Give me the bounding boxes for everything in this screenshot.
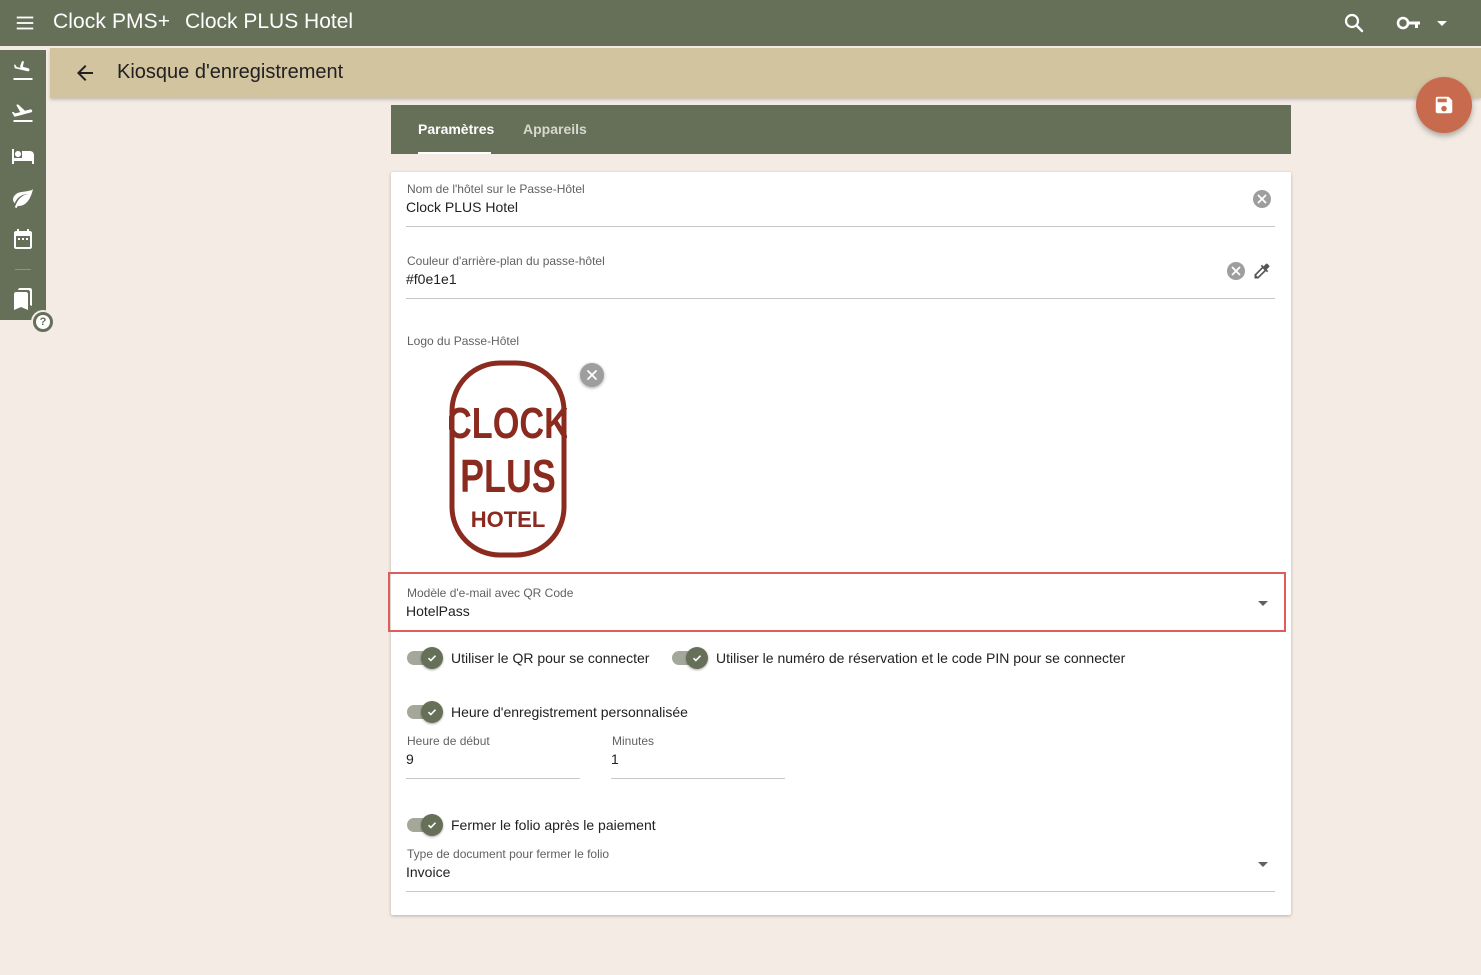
leaf-icon[interactable]	[11, 186, 35, 210]
field-value[interactable]: Invoice	[406, 864, 450, 880]
save-button[interactable]	[1416, 77, 1472, 133]
hotel-name[interactable]: Clock PLUS Hotel	[185, 10, 353, 34]
start-hour-field[interactable]: Heure de début 9	[406, 734, 580, 779]
dropdown-arrow-icon[interactable]	[1257, 600, 1269, 608]
toggle-label: Utiliser le QR pour se connecter	[451, 650, 650, 666]
bookmarks-icon[interactable]	[11, 287, 35, 311]
check-icon	[421, 814, 443, 836]
help-icon: ?	[36, 315, 50, 329]
field-value[interactable]: 9	[406, 751, 414, 767]
page-title: Kiosque d'enregistrement	[117, 61, 344, 83]
logo-line-3: HOTEL	[471, 507, 546, 532]
field-label: Nom de l'hôtel sur le Passe-Hôtel	[407, 182, 585, 196]
field-underline	[406, 298, 1275, 299]
field-underline	[406, 226, 1275, 227]
save-icon	[1435, 96, 1453, 114]
chevron-down-icon[interactable]	[1434, 13, 1450, 33]
field-value[interactable]: #f0e1e1	[406, 271, 457, 287]
field-underline	[406, 778, 580, 779]
check-icon	[686, 647, 708, 669]
remove-logo-button[interactable]	[580, 363, 604, 387]
check-icon	[421, 647, 443, 669]
arrivals-icon[interactable]	[11, 59, 35, 83]
toggle-track	[672, 647, 708, 669]
field-label: Minutes	[612, 734, 655, 748]
clear-icon[interactable]	[1252, 189, 1272, 209]
active-tab-indicator	[418, 152, 491, 154]
toggle-label: Utiliser le numéro de réservation et le …	[716, 650, 1126, 666]
arrow-back-icon[interactable]	[73, 61, 97, 85]
email-template-select[interactable]: Modèle d'e-mail avec QR Code HotelPass	[406, 586, 1275, 631]
rail-divider	[15, 269, 31, 270]
toggle-track	[407, 701, 443, 723]
hotel-logo: CLOCK PLUS HOTEL	[447, 360, 569, 558]
field-label: Modèle d'e-mail avec QR Code	[407, 586, 574, 600]
background-color-field[interactable]: Couleur d'arrière-plan du passe-hôtel #f…	[406, 254, 1275, 299]
toggle-label: Fermer le folio après le paiement	[451, 817, 656, 833]
hotel-name-field[interactable]: Nom de l'hôtel sur le Passe-Hôtel Clock …	[406, 182, 1275, 227]
nav-rail	[0, 50, 46, 320]
logo-line-2: PLUS	[460, 451, 556, 502]
logo-label: Logo du Passe-Hôtel	[407, 334, 520, 348]
calendar-icon[interactable]	[11, 228, 35, 252]
key-icon[interactable]	[1396, 11, 1422, 35]
help-button[interactable]: ?	[31, 310, 55, 334]
app-name[interactable]: Clock PMS+	[53, 10, 170, 34]
search-icon[interactable]	[1342, 11, 1366, 35]
bed-icon[interactable]	[11, 144, 35, 168]
close-icon	[587, 370, 597, 380]
tab-appareils[interactable]: Appareils	[523, 105, 587, 154]
toggle-track	[407, 814, 443, 836]
qr-login-toggle[interactable]: Utiliser le QR pour se connecter	[407, 647, 649, 669]
field-value[interactable]: HotelPass	[406, 603, 470, 619]
document-type-select[interactable]: Type de document pour fermer le folio In…	[406, 847, 1275, 892]
page-header: Kiosque d'enregistrement	[50, 48, 1481, 98]
tab-bar: Paramètres Appareils	[391, 105, 1291, 154]
field-underline	[406, 891, 1275, 892]
pin-login-toggle[interactable]: Utiliser le numéro de réservation et le …	[672, 647, 1125, 669]
field-label: Heure de début	[407, 734, 490, 748]
field-label: Type de document pour fermer le folio	[407, 847, 610, 861]
toggle-label: Heure d'enregistrement personnalisée	[451, 704, 688, 720]
menu-icon[interactable]	[14, 12, 36, 34]
field-value[interactable]: 1	[611, 751, 619, 767]
clear-icon[interactable]	[1226, 261, 1246, 281]
top-app-bar: Clock PMS+ Clock PLUS Hotel	[0, 0, 1481, 46]
settings-card: Nom de l'hôtel sur le Passe-Hôtel Clock …	[391, 172, 1291, 915]
check-icon	[421, 701, 443, 723]
field-label: Couleur d'arrière-plan du passe-hôtel	[407, 254, 605, 268]
logo-line-1: CLOCK	[449, 399, 567, 448]
color-picker-icon[interactable]	[1252, 261, 1272, 281]
field-underline	[611, 778, 785, 779]
tab-parametres[interactable]: Paramètres	[418, 105, 494, 154]
minutes-field[interactable]: Minutes 1	[611, 734, 785, 779]
dropdown-arrow-icon[interactable]	[1257, 861, 1269, 869]
toggle-track	[407, 647, 443, 669]
field-value[interactable]: Clock PLUS Hotel	[406, 199, 518, 215]
close-folio-toggle[interactable]: Fermer le folio après le paiement	[407, 814, 656, 836]
departures-icon[interactable]	[11, 101, 35, 125]
custom-checkin-toggle[interactable]: Heure d'enregistrement personnalisée	[407, 701, 688, 723]
